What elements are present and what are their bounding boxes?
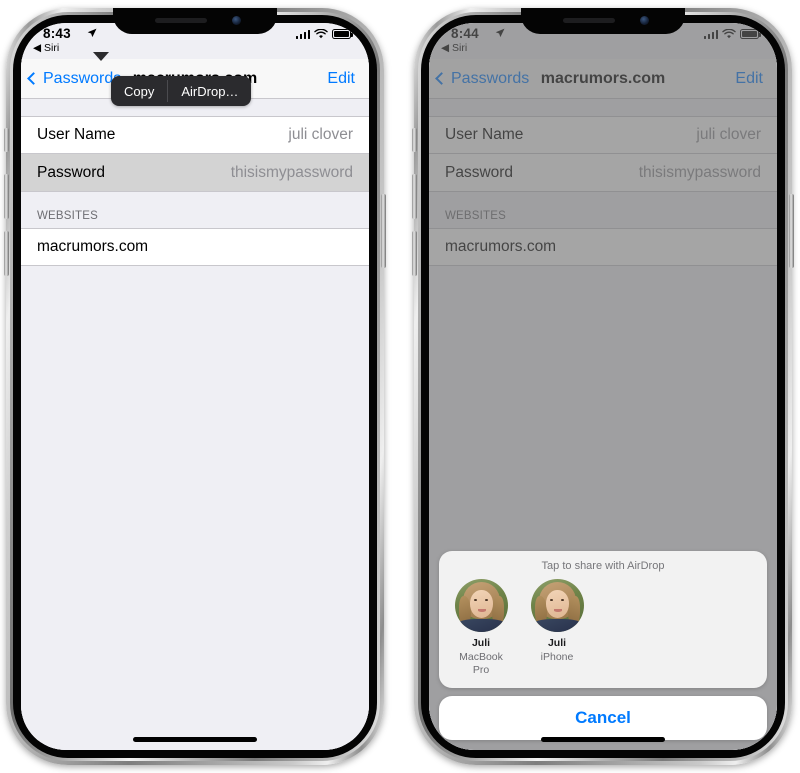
row-user-name[interactable]: User Name juli clover: [21, 116, 369, 154]
front-camera-icon: [232, 16, 241, 25]
row-label: User Name: [37, 126, 116, 143]
airdrop-target-list: Juli MacBook Pro Juli iPhone: [439, 579, 767, 678]
target-device: iPhone: [540, 650, 574, 663]
cancel-button[interactable]: Cancel: [439, 696, 767, 740]
row-label: Password: [37, 163, 106, 181]
iphone-device-left: 8:43 ◀ Siri Passwords Edit User Name jul…: [4, 8, 386, 765]
screenshot-stage: 8:43 ◀ Siri Passwords Edit User Name jul…: [0, 0, 800, 773]
row-password[interactable]: Password thisismypassword: [21, 154, 369, 192]
iphone-device-right: 8:44 ◀ Siri: [412, 8, 794, 765]
row-value: juli clover: [288, 126, 353, 143]
copy-airdrop-popover: Copy AirDrop…: [111, 76, 252, 106]
device-screen-right: 8:44 ◀ Siri: [429, 23, 777, 750]
target-name: Juli: [547, 637, 567, 650]
status-icons: [295, 29, 353, 39]
back-button-label: Passwords: [43, 69, 122, 87]
device-notch: [113, 8, 277, 34]
volume-down-button[interactable]: [412, 231, 417, 276]
power-button[interactable]: [789, 194, 794, 268]
airdrop-share-sheet: Tap to share with AirDrop Juli MacBook P…: [439, 551, 767, 740]
airdrop-target-iphone[interactable]: Juli iPhone: [527, 579, 587, 678]
device-screen-left: 8:43 ◀ Siri Passwords Edit User Name jul…: [21, 23, 369, 750]
target-device: MacBook Pro: [459, 650, 503, 677]
volume-up-button[interactable]: [412, 174, 417, 219]
volume-up-button[interactable]: [4, 174, 9, 219]
section-header-websites: WEBSITES: [37, 210, 99, 222]
row-label: macrumors.com: [37, 238, 149, 255]
row-value: thisismypassword: [230, 163, 353, 181]
airdrop-sheet-title: Tap to share with AirDrop: [541, 560, 665, 573]
volume-down-button[interactable]: [4, 231, 9, 276]
cellular-bars-icon: [295, 29, 310, 39]
chevron-left-icon: [27, 72, 40, 85]
earpiece-speaker-icon: [563, 18, 615, 23]
home-indicator[interactable]: [541, 737, 665, 742]
earpiece-speaker-icon: [155, 18, 207, 23]
row-website[interactable]: macrumors.com: [21, 228, 369, 266]
home-indicator[interactable]: [133, 737, 257, 742]
mute-switch[interactable]: [4, 128, 9, 152]
status-time: 8:43: [43, 26, 71, 41]
mute-switch[interactable]: [412, 128, 417, 152]
target-name: Juli: [471, 637, 491, 650]
battery-icon: [332, 29, 353, 39]
avatar: [530, 579, 584, 633]
airdrop-menu-item[interactable]: AirDrop…: [168, 76, 251, 106]
wifi-icon: [314, 29, 328, 39]
cancel-button-label: Cancel: [575, 708, 631, 727]
front-camera-icon: [640, 16, 649, 25]
device-notch: [521, 8, 685, 34]
power-button[interactable]: [381, 194, 386, 268]
airdrop-target-macbook-pro[interactable]: Juli MacBook Pro: [451, 579, 511, 678]
back-button-passwords[interactable]: Passwords: [27, 69, 122, 88]
location-arrow-icon: [87, 28, 97, 38]
copy-menu-item[interactable]: Copy: [111, 76, 167, 106]
airdrop-targets-card: Tap to share with AirDrop Juli MacBook P…: [439, 551, 767, 688]
edit-button[interactable]: Edit: [327, 70, 355, 88]
back-to-app-indicator[interactable]: ◀ Siri: [33, 42, 59, 54]
popover-arrow: [93, 52, 109, 61]
avatar: [454, 579, 508, 633]
password-detail-table: User Name juli clover Password thisismyp…: [21, 99, 369, 750]
